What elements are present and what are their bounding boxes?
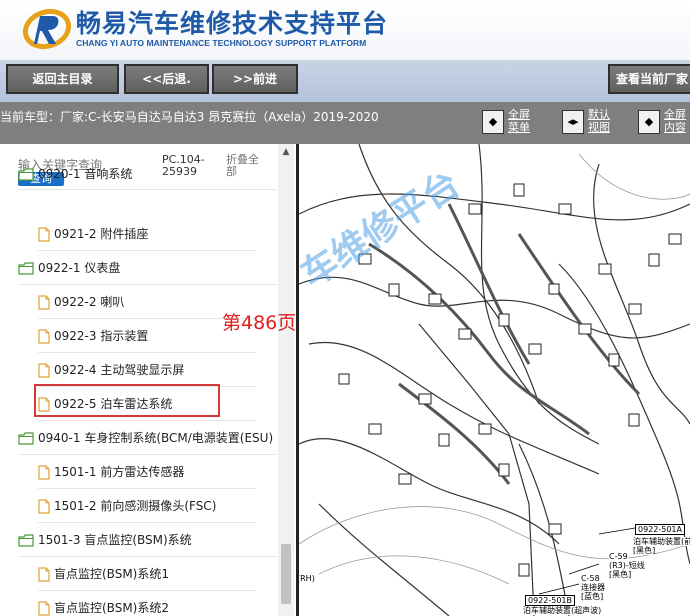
- folder-icon: [18, 262, 34, 275]
- back-button[interactable]: <<后退.: [124, 64, 209, 94]
- sidebar-scrollbar[interactable]: ▲: [278, 144, 294, 616]
- document-icon: [38, 601, 50, 616]
- sidebar: 输入关键字查询 查询 PC.104- 25939 折叠全部 0920-1 音响系统…: [0, 144, 296, 616]
- folder-icon: [18, 432, 34, 445]
- fullscreen-menu-button[interactable]: ◆ 全屏 菜单: [482, 108, 538, 140]
- app-header: 畅易汽车维修技术支持平台 CHANG YI AUTO MAINTENANCE T…: [0, 0, 690, 60]
- tree-folder-item[interactable]: 0920-1 音响系统: [18, 168, 276, 190]
- tree-folder-item[interactable]: 0940-1 车身控制系统(BCM/电源装置(ESU): [18, 422, 276, 455]
- callout-rh: (RH): [299, 574, 315, 583]
- callout-0922-501a-desc: 泊车辅助装置(前: [633, 537, 690, 546]
- callout-0922-501a-color: [黑色]: [633, 546, 656, 555]
- callout-0922-501b-desc: 泊车辅助装置(超声波): [523, 606, 602, 615]
- folder-icon: [18, 168, 34, 181]
- current-vehicle: 当前车型：厂家:C-长安马自达马自达3 昂克赛拉（Axela）2019-2020: [0, 108, 379, 125]
- tree-item-label: 1501-2 前向感测摄像头(FSC): [54, 499, 217, 513]
- app-subtitle: CHANG YI AUTO MAINTENANCE TECHNOLOGY SUP…: [76, 38, 367, 48]
- tree-item-label: 0922-1 仪表盘: [38, 261, 121, 275]
- view-current-brand-button[interactable]: 查看当前厂家: [608, 64, 690, 94]
- callout-c59-desc: (R3)-短线: [609, 561, 645, 570]
- tree-document-item[interactable]: 0922-4 主动驾驶显示屏: [38, 354, 256, 387]
- callout-0922-501b: 0922-501B: [525, 595, 576, 606]
- fullscreen-content-label-1: 全屏: [664, 108, 686, 121]
- tree-item-label: 0940-1 车身控制系统(BCM/电源装置(ESU): [38, 431, 274, 445]
- callout-c58: C-58: [581, 574, 600, 583]
- tree-document-item[interactable]: 盲点监控(BSM)系统2: [38, 592, 256, 616]
- document-icon: [38, 567, 50, 582]
- tree-document-item[interactable]: 1501-2 前向感测摄像头(FSC): [38, 490, 256, 523]
- document-icon: [38, 295, 50, 310]
- document-icon: [38, 363, 50, 378]
- scroll-thumb[interactable]: [281, 544, 291, 604]
- callout-0922-501a: 0922-501A: [635, 524, 685, 535]
- tree-item-label: 0921-2 附件插座: [54, 227, 149, 241]
- nav-toolbar: 返回主目录 <<后退. >>前进 查看当前厂家: [0, 60, 690, 102]
- default-view-label-2: 视图: [588, 121, 610, 134]
- tree-item-label: 盲点监控(BSM)系统1: [54, 567, 169, 581]
- tree-item-label: 0920-1 音响系统: [38, 168, 133, 181]
- tree-item-label: 0922-4 主动驾驶显示屏: [54, 363, 185, 377]
- document-icon: [38, 227, 50, 242]
- callout-c59-color: [黑色]: [609, 570, 632, 579]
- document-icon: [38, 499, 50, 514]
- tree-document-item[interactable]: 0921-2 附件插座: [38, 218, 256, 251]
- tree-item-label: 0922-3 指示装置: [54, 329, 149, 343]
- callout-c58-color: [蓝色]: [581, 592, 604, 601]
- tree-document-item[interactable]: 盲点监控(BSM)系统1: [38, 558, 256, 591]
- default-view-button[interactable]: ◂▸ 默认 视图: [562, 108, 618, 140]
- scroll-up-arrow-icon[interactable]: ▲: [278, 144, 294, 160]
- current-vehicle-label: 当前车型：: [0, 110, 61, 124]
- fullscreen-content-button[interactable]: ◆ 全屏 内容: [638, 108, 690, 140]
- tree-item-label: 0922-2 喇叭: [54, 295, 125, 309]
- logo-icon: [22, 8, 72, 50]
- tree-folder-item[interactable]: 0922-1 仪表盘: [18, 252, 276, 285]
- callout-c59: C-59: [609, 552, 628, 561]
- current-vehicle-value: 厂家:C-长安马自达马自达3 昂克赛拉（Axela）2019-2020: [60, 110, 379, 124]
- tree-document-item[interactable]: 1501-1 前方雷达传感器: [38, 456, 256, 489]
- app-title: 畅易汽车维修技术支持平台: [76, 9, 389, 38]
- forward-button[interactable]: >>前进: [212, 64, 298, 94]
- tree-item-label: 盲点监控(BSM)系统2: [54, 601, 169, 615]
- expand-icon: ◆: [482, 110, 504, 134]
- document-icon: [38, 329, 50, 344]
- document-icon: [38, 465, 50, 480]
- back-home-button[interactable]: 返回主目录: [6, 64, 119, 94]
- tree-folder-item[interactable]: 1501-3 盲点监控(BSM)系统: [18, 524, 276, 557]
- selection-highlight: [34, 384, 220, 417]
- tree-item-label: 1501-3 盲点监控(BSM)系统: [38, 533, 192, 547]
- default-view-label-1: 默认: [588, 108, 610, 121]
- fullscreen-content-label-2: 内容: [664, 121, 686, 134]
- tree-item-label: 1501-1 前方雷达传感器: [54, 465, 185, 479]
- fullscreen-menu-label-2: 菜单: [508, 121, 530, 134]
- page-number-label: 第486页: [222, 312, 297, 334]
- current-vehicle-bar: 当前车型：厂家:C-长安马自达马自达3 昂克赛拉（Axela）2019-2020…: [0, 102, 690, 144]
- folder-icon: [18, 534, 34, 547]
- split-view-icon: ◂▸: [562, 110, 584, 134]
- fullscreen-menu-label-1: 全屏: [508, 108, 530, 121]
- wiring-diagram[interactable]: (RH) 0922-501A 泊车辅助装置(前 [黑色] C-59 (R3)-短…: [299, 144, 690, 616]
- content-expand-icon: ◆: [638, 110, 660, 134]
- callout-c58-desc: 连接器: [581, 583, 605, 592]
